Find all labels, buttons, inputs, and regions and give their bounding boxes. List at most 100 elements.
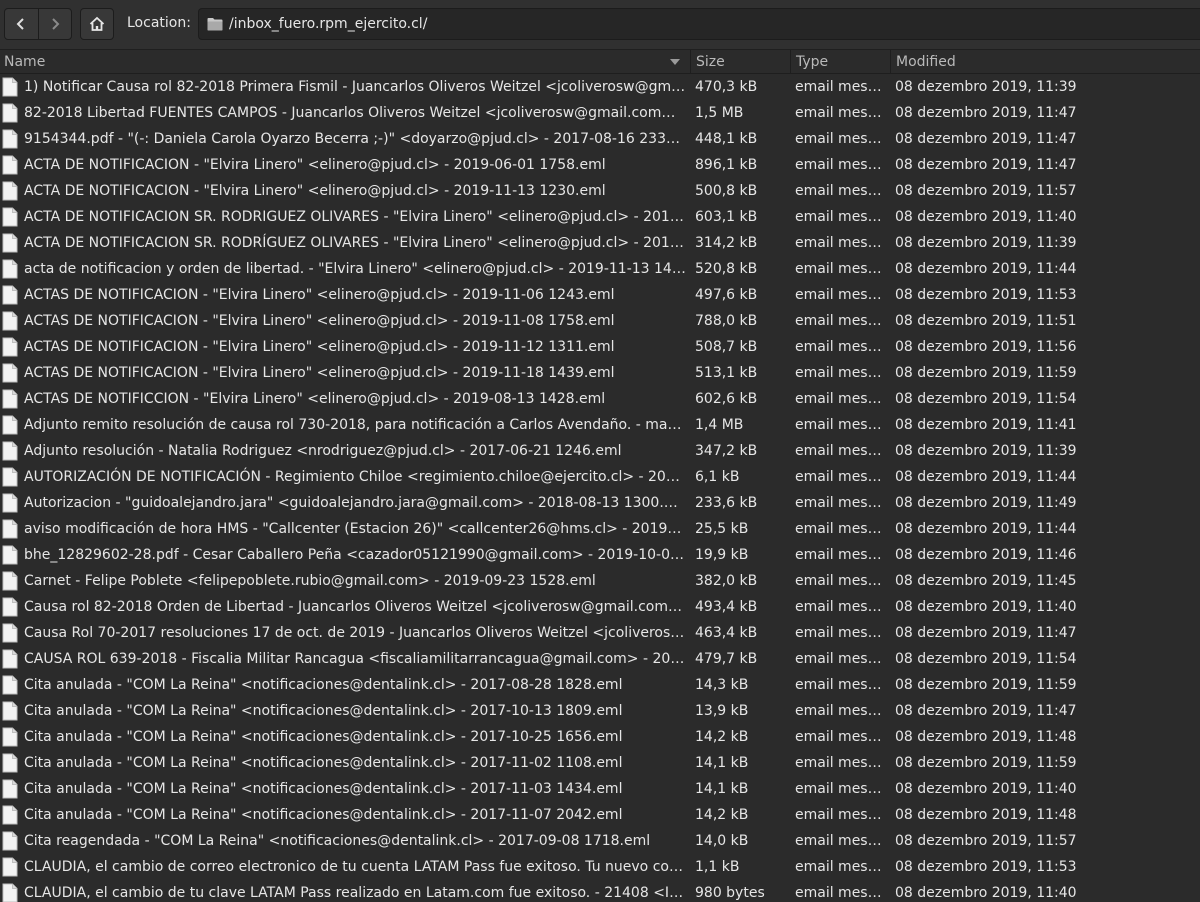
file-modified: 08 dezembro 2019, 11:48 [895,729,1077,745]
file-size: 314,2 kB [695,235,758,251]
file-name: CLAUDIA, el cambio de tu clave LATAM Pas… [24,885,686,901]
column-header-name-label: Name [4,53,46,70]
file-row[interactable]: Causa rol 82-2018 Orden de Libertad - Ju… [0,594,1200,620]
file-size: 896,1 kB [695,157,758,173]
file-type: email mess... [795,313,885,329]
file-row[interactable]: ACTA DE NOTIFICACION SR. RODRIGUEZ OLIVA… [0,204,1200,230]
file-icon [2,256,20,282]
file-size: 602,6 kB [695,391,758,407]
file-icon [2,698,20,724]
file-row[interactable]: aviso modificación de hora HMS - "Callce… [0,516,1200,542]
file-name: Adjunto remito resolución de causa rol 7… [24,417,686,433]
file-modified: 08 dezembro 2019, 11:44 [895,469,1077,485]
file-row[interactable]: Cita anulada - "COM La Reina" <notificac… [0,724,1200,750]
file-modified: 08 dezembro 2019, 11:59 [895,677,1077,693]
file-name: Cita anulada - "COM La Reina" <notificac… [24,729,623,745]
file-type: email mess... [795,235,885,251]
file-modified: 08 dezembro 2019, 11:57 [895,183,1077,199]
file-modified: 08 dezembro 2019, 11:39 [895,79,1077,95]
file-row[interactable]: ACTAS DE NOTIFICCION - "Elvira Linero" <… [0,386,1200,412]
file-name: AUTORIZACIÓN DE NOTIFICACIÓN - Regimient… [24,469,686,485]
file-icon [2,334,20,360]
file-row[interactable]: CLAUDIA, el cambio de tu clave LATAM Pas… [0,880,1200,902]
file-icon [2,672,20,698]
file-type: email mess... [795,391,885,407]
file-modified: 08 dezembro 2019, 11:39 [895,443,1077,459]
file-type: email mess... [795,781,885,797]
forward-button[interactable] [37,9,72,39]
file-name: ACTAS DE NOTIFICCION - "Elvira Linero" <… [24,391,606,407]
chevron-left-icon [16,18,24,30]
file-icon [2,750,20,776]
file-row[interactable]: ACTA DE NOTIFICACION SR. RODRÍGUEZ OLIVA… [0,230,1200,256]
file-name: Adjunto resolución - Natalia Rodriguez <… [24,443,622,459]
file-icon [2,490,20,516]
file-icon [2,126,20,152]
file-name: 9154344.pdf - "(-: Daniela Carola Oyarzo… [24,131,686,147]
file-icon [2,308,20,334]
file-size: 382,0 kB [695,573,758,589]
file-icon [2,854,20,880]
back-button[interactable] [5,9,38,39]
file-size: 788,0 kB [695,313,758,329]
file-name: 82-2018 Libertad FUENTES CAMPOS - Juanca… [24,105,686,121]
file-row[interactable]: ACTAS DE NOTIFICACION - "Elvira Linero" … [0,334,1200,360]
file-type: email mess... [795,755,885,771]
file-icon [2,152,20,178]
column-header-size[interactable]: Size [690,50,790,73]
file-row[interactable]: Adjunto remito resolución de causa rol 7… [0,412,1200,438]
file-size: 13,9 kB [695,703,749,719]
home-button[interactable] [80,8,114,40]
file-row[interactable]: Cita anulada - "COM La Reina" <notificac… [0,750,1200,776]
file-row[interactable]: Cita anulada - "COM La Reina" <notificac… [0,698,1200,724]
file-row[interactable]: ACTAS DE NOTIFICACION - "Elvira Linero" … [0,282,1200,308]
file-row[interactable]: ACTA DE NOTIFICACION - "Elvira Linero" <… [0,152,1200,178]
file-row[interactable]: acta de notificacion y orden de libertad… [0,256,1200,282]
file-size: 497,6 kB [695,287,758,303]
file-type: email mess... [795,157,885,173]
file-row[interactable]: Cita anulada - "COM La Reina" <notificac… [0,776,1200,802]
file-modified: 08 dezembro 2019, 11:48 [895,807,1077,823]
file-type: email mess... [795,183,885,199]
file-row[interactable]: Autorizacion - "guidoalejandro.jara" <gu… [0,490,1200,516]
file-modified: 08 dezembro 2019, 11:47 [895,157,1077,173]
file-type: email mess... [795,469,885,485]
file-modified: 08 dezembro 2019, 11:56 [895,339,1077,355]
file-row[interactable]: Cita reagendada - "COM La Reina" <notifi… [0,828,1200,854]
file-size: 14,0 kB [695,833,749,849]
file-row[interactable]: Cita anulada - "COM La Reina" <notificac… [0,802,1200,828]
file-icon [2,516,20,542]
location-field[interactable]: /inbox_fuero.rpm_ejercito.cl/ [198,8,1200,40]
file-row[interactable]: Causa Rol 70-2017 resoluciones 17 de oct… [0,620,1200,646]
file-name: Cita anulada - "COM La Reina" <notificac… [24,703,623,719]
file-row[interactable]: CAUSA ROL 639-2018 - Fiscalia Militar Ra… [0,646,1200,672]
file-row[interactable]: 9154344.pdf - "(-: Daniela Carola Oyarzo… [0,126,1200,152]
column-header-size-label: Size [696,53,725,70]
file-size: 513,1 kB [695,365,758,381]
file-row[interactable]: Carnet - Felipe Poblete <felipepoblete.r… [0,568,1200,594]
file-modified: 08 dezembro 2019, 11:47 [895,131,1077,147]
file-modified: 08 dezembro 2019, 11:59 [895,755,1077,771]
file-row[interactable]: ACTAS DE NOTIFICACION - "Elvira Linero" … [0,308,1200,334]
file-modified: 08 dezembro 2019, 11:51 [895,313,1077,329]
file-row[interactable]: ACTAS DE NOTIFICACION - "Elvira Linero" … [0,360,1200,386]
location-path[interactable]: /inbox_fuero.rpm_ejercito.cl/ [229,16,427,32]
file-row[interactable]: AUTORIZACIÓN DE NOTIFICACIÓN - Regimient… [0,464,1200,490]
file-row[interactable]: bhe_12829602-28.pdf - Cesar Caballero Pe… [0,542,1200,568]
column-header-row: Name Size Type Modified [0,50,1200,74]
column-header-modified[interactable]: Modified [890,50,1200,73]
file-row[interactable]: Adjunto resolución - Natalia Rodriguez <… [0,438,1200,464]
column-header-type[interactable]: Type [790,50,890,73]
file-row[interactable]: ACTA DE NOTIFICACION - "Elvira Linero" <… [0,178,1200,204]
file-icon [2,646,20,672]
file-size: 448,1 kB [695,131,758,147]
file-row[interactable]: 82-2018 Libertad FUENTES CAMPOS - Juanca… [0,100,1200,126]
file-name: Autorizacion - "guidoalejandro.jara" <gu… [24,495,686,511]
file-list[interactable]: 1) Notificar Causa rol 82-2018 Primera F… [0,74,1200,902]
file-name: ACTA DE NOTIFICACION SR. RODRIGUEZ OLIVA… [24,209,686,225]
file-row[interactable]: 1) Notificar Causa rol 82-2018 Primera F… [0,74,1200,100]
column-header-name[interactable]: Name [0,50,690,73]
file-icon [2,464,20,490]
file-row[interactable]: CLAUDIA, el cambio de correo electronico… [0,854,1200,880]
file-row[interactable]: Cita anulada - "COM La Reina" <notificac… [0,672,1200,698]
